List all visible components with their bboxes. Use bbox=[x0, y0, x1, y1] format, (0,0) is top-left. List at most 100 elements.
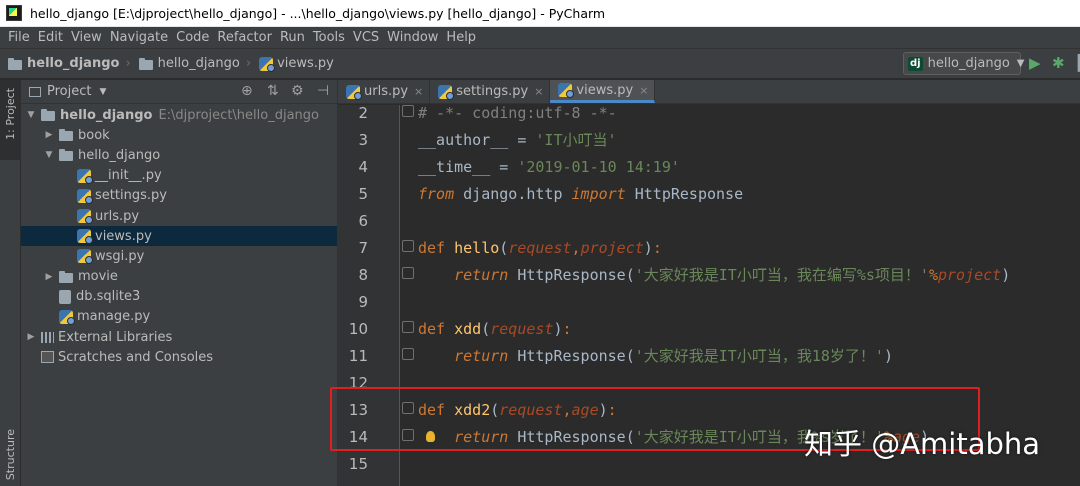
code-line[interactable]: 5 from django.http import HttpResponse bbox=[338, 180, 1080, 207]
folder-icon bbox=[41, 109, 55, 122]
fold-marker-icon[interactable] bbox=[402, 105, 414, 117]
code-line[interactable]: 7 def hello(request,project): bbox=[338, 234, 1080, 261]
tree-item[interactable]: ▶settings.py bbox=[21, 186, 337, 206]
run-configuration-select[interactable]: dj hello_django ▼ bbox=[903, 52, 1025, 75]
python-file-icon bbox=[59, 309, 75, 325]
close-icon[interactable]: × bbox=[414, 85, 423, 98]
tree-item[interactable]: ▶urls.py bbox=[21, 206, 337, 226]
line-number: 15 bbox=[348, 454, 368, 473]
fold-marker-icon[interactable] bbox=[402, 321, 414, 333]
code-line[interactable]: 4 __time__ = '2019-01-10 14:19' bbox=[338, 153, 1080, 180]
tree-item[interactable]: ▶ movie bbox=[21, 267, 337, 287]
window-titlebar: hello_django [E:\djproject\hello_django]… bbox=[0, 0, 1080, 27]
code-token: = bbox=[508, 131, 536, 149]
run-icon[interactable]: ▶ bbox=[1029, 55, 1041, 72]
folder-icon bbox=[59, 149, 73, 162]
tree-item-label: manage.py bbox=[77, 309, 151, 325]
fold-marker-icon[interactable] bbox=[402, 267, 414, 279]
chevron-down-icon[interactable]: ▼ bbox=[99, 87, 106, 97]
code-line[interactable]: 6 bbox=[338, 207, 1080, 234]
hide-panel-icon[interactable]: ⊣ bbox=[317, 83, 329, 99]
menu-help[interactable]: Help bbox=[442, 30, 480, 45]
code-line[interactable]: 8 return HttpResponse('大家好我是IT小叮当，我在编写%s… bbox=[338, 261, 1080, 288]
menu-tools[interactable]: Tools bbox=[309, 30, 349, 45]
project-panel-title[interactable]: Project bbox=[47, 84, 91, 99]
menu-refactor[interactable]: Refactor bbox=[213, 30, 276, 45]
tree-item[interactable]: ▶ External Libraries bbox=[21, 327, 337, 347]
code-token: ( bbox=[481, 319, 491, 338]
code-token: hello bbox=[454, 238, 500, 257]
menu-vcs[interactable]: VCS bbox=[349, 30, 383, 45]
fold-marker-icon[interactable] bbox=[402, 240, 414, 252]
code-token: request bbox=[490, 319, 554, 338]
code-line[interactable]: 11 return HttpResponse('大家好我是IT小叮当，我18岁了… bbox=[338, 342, 1080, 369]
structure-tool-tab[interactable]: Structure bbox=[4, 429, 17, 480]
line-number: 4 bbox=[358, 157, 368, 176]
tree-item[interactable]: ▶Scratches and Consoles bbox=[21, 347, 337, 367]
menu-view[interactable]: View bbox=[67, 30, 106, 45]
python-file-icon bbox=[77, 209, 93, 225]
breadcrumb-project[interactable]: hello_django › bbox=[8, 56, 131, 71]
locate-file-icon[interactable]: ⊕ bbox=[241, 83, 253, 99]
project-tool-tab[interactable]: 1: Project bbox=[0, 80, 21, 160]
tree-item-label: __init__.py bbox=[95, 168, 162, 184]
chevron-right-icon[interactable]: ▶ bbox=[43, 130, 55, 140]
python-file-icon bbox=[259, 56, 276, 72]
python-file-icon bbox=[558, 83, 575, 98]
code-token: request bbox=[508, 238, 572, 257]
close-icon[interactable]: × bbox=[639, 84, 648, 97]
tree-item[interactable]: ▶wsgi.py bbox=[21, 246, 337, 266]
gear-icon[interactable]: ⚙ bbox=[291, 83, 304, 99]
code-token: return bbox=[454, 266, 509, 284]
code-line[interactable]: 3 __author__ = 'IT小叮当' bbox=[338, 126, 1080, 153]
code-line[interactable]: 9 bbox=[338, 288, 1080, 315]
chevron-down-icon[interactable]: ▼ bbox=[25, 110, 37, 120]
breadcrumb-file[interactable]: views.py bbox=[259, 56, 334, 72]
menu-code[interactable]: Code bbox=[172, 30, 213, 45]
close-icon[interactable]: × bbox=[534, 85, 543, 98]
code-line[interactable]: 10 def xdd(request): bbox=[338, 315, 1080, 342]
window-title: hello_django [E:\djproject\hello_django]… bbox=[30, 5, 606, 21]
tree-item[interactable]: ▶ book bbox=[21, 125, 337, 145]
menu-navigate[interactable]: Navigate bbox=[106, 30, 172, 45]
collapse-all-icon[interactable]: ⇅ bbox=[267, 83, 279, 99]
menu-edit[interactable]: Edit bbox=[34, 30, 67, 45]
code-token: # -*- coding:utf-8 -*- bbox=[418, 103, 617, 122]
menu-window[interactable]: Window bbox=[383, 30, 442, 45]
run-configuration-label: hello_django bbox=[927, 56, 1010, 71]
folder-icon bbox=[138, 57, 153, 70]
fold-marker-icon[interactable] bbox=[402, 348, 414, 360]
menu-run[interactable]: Run bbox=[276, 30, 309, 45]
chevron-right-icon[interactable]: ▶ bbox=[43, 272, 55, 282]
chevron-down-icon[interactable]: ▼ bbox=[43, 150, 55, 160]
tree-item-label: views.py bbox=[95, 228, 152, 244]
code-token: HttpResponse bbox=[625, 184, 744, 203]
code-text: __time__ = '2019-01-10 14:19' bbox=[418, 158, 680, 176]
tree-item-label: Scratches and Consoles bbox=[58, 349, 214, 365]
tree-item[interactable]: ▼ hello_django bbox=[21, 145, 337, 165]
folder-icon bbox=[59, 270, 73, 283]
code-token: __author__ bbox=[418, 131, 509, 149]
line-number: 11 bbox=[348, 346, 368, 365]
line-number: 10 bbox=[348, 319, 368, 338]
debug-icon[interactable]: ✱ bbox=[1052, 55, 1065, 72]
breadcrumb-package[interactable]: hello_django › bbox=[138, 56, 251, 71]
watermark: 知乎 @Amitabha bbox=[804, 427, 1041, 461]
code-text: def xdd(request): bbox=[418, 320, 572, 338]
code-token: '大家好我是IT小叮当，我18岁了！' bbox=[634, 347, 884, 365]
code-token: __time__ bbox=[418, 157, 491, 176]
tree-item[interactable]: ▶__init__.py bbox=[21, 166, 337, 186]
code-text: from django.http import HttpResponse bbox=[418, 185, 743, 203]
more-actions-icon[interactable]: ▐ bbox=[1072, 55, 1080, 72]
tree-item[interactable]: ▶db.sqlite3 bbox=[21, 287, 337, 307]
tree-item[interactable]: ▼ hello_django E:\djproject\hello_django bbox=[21, 105, 337, 125]
tree-item[interactable]: ▶manage.py bbox=[21, 307, 337, 327]
code-line[interactable]: 2 # -*- coding:utf-8 -*- bbox=[338, 99, 1080, 126]
menu-file[interactable]: File bbox=[4, 30, 34, 45]
project-tree: ▼ hello_django E:\djproject\hello_django ▶ b… bbox=[21, 105, 337, 367]
tree-item-label: db.sqlite3 bbox=[76, 289, 141, 305]
line-number: 7 bbox=[358, 238, 368, 257]
chevron-right-icon[interactable]: ▶ bbox=[25, 332, 37, 342]
tree-item[interactable]: ▶views.py bbox=[21, 226, 337, 247]
